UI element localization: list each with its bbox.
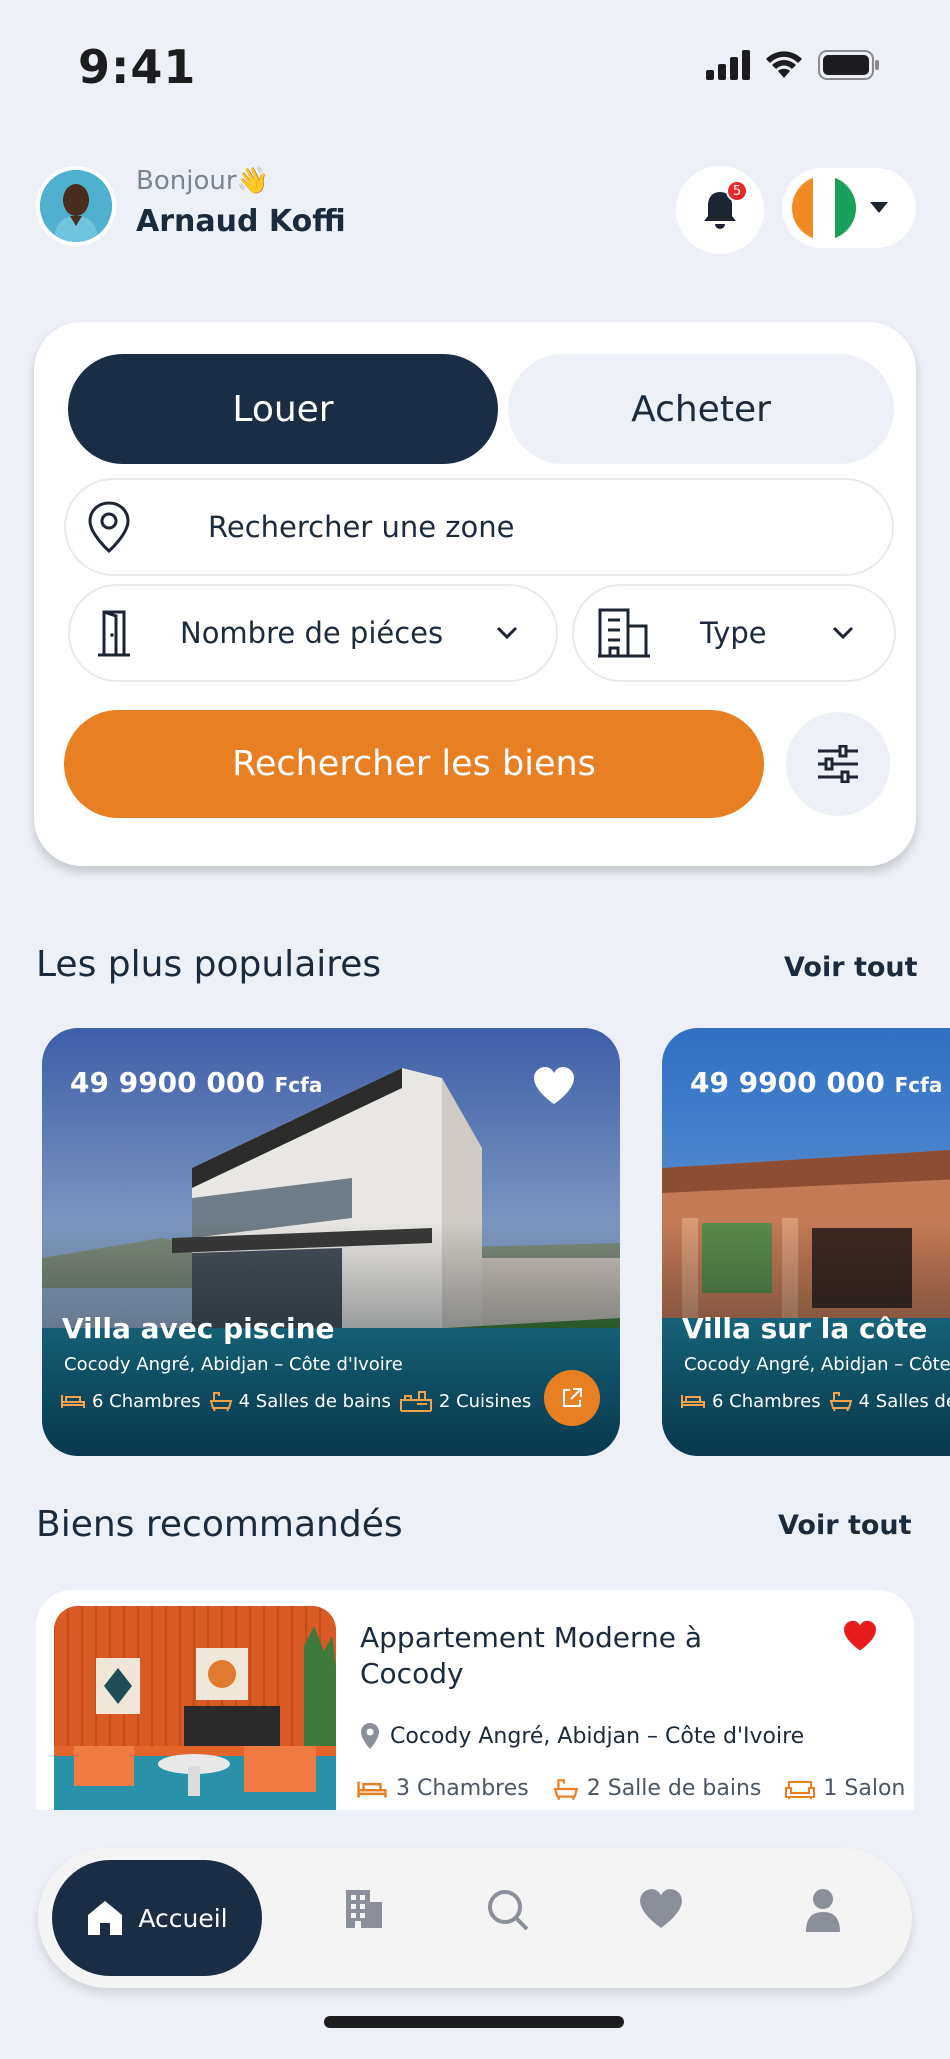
nav-home-label: Accueil — [138, 1903, 228, 1933]
status-icons — [706, 50, 880, 80]
greeting: Bonjour👋 — [136, 166, 269, 196]
location-pin-icon — [88, 501, 130, 554]
property-card[interactable]: 49 9900 000 Fcfa Villa avec piscine Coco… — [42, 1028, 620, 1456]
property-features: 6 Chambres 4 Salles de bains 2 Cuisines — [60, 1390, 531, 1412]
bottom-navigation: Accueil — [38, 1848, 912, 1988]
property-price: 49 9900 000 Fcfa — [70, 1066, 323, 1099]
recommended-see-all-link[interactable]: Voir tout — [778, 1510, 912, 1541]
building-icon — [346, 1890, 382, 1928]
nav-favorites[interactable] — [638, 1888, 684, 1934]
ivory-coast-flag-icon — [792, 176, 856, 240]
recommended-property-photo — [54, 1606, 336, 1810]
home-indicator — [324, 2016, 624, 2028]
nav-profile[interactable] — [804, 1888, 842, 1936]
search-properties-button[interactable]: Rechercher les biens — [64, 710, 764, 818]
building-icon — [598, 608, 650, 658]
avatar[interactable] — [36, 166, 116, 246]
bed-icon — [357, 1781, 387, 1798]
popular-section-title: Les plus populaires — [36, 944, 382, 985]
status-time: 9:41 — [78, 40, 197, 94]
rooms-label: Nombre de piéces — [180, 616, 444, 650]
heart-icon — [640, 1889, 682, 1928]
user-photo — [40, 170, 112, 242]
bathtub-icon — [829, 1392, 852, 1412]
living-room-image — [54, 1606, 336, 1810]
bathtub-icon — [209, 1392, 232, 1412]
nav-home[interactable]: Accueil — [52, 1860, 262, 1976]
battery-icon — [818, 50, 879, 80]
popular-see-all-link[interactable]: Voir tout — [784, 952, 918, 983]
heart-icon[interactable] — [842, 1620, 878, 1652]
property-title: Villa sur la côte — [682, 1312, 928, 1345]
tab-rent[interactable]: Louer — [68, 354, 498, 464]
rooms-dropdown[interactable]: Nombre de piéces — [68, 584, 558, 682]
waving-hand-icon: 👋 — [236, 166, 269, 196]
type-label: Type — [700, 616, 767, 650]
notifications-button[interactable]: 5 — [676, 166, 764, 254]
recommended-property-address: Cocody Angré, Abidjan – Côte d'Ivoire — [360, 1722, 804, 1750]
type-dropdown[interactable]: Type — [572, 584, 896, 682]
recommended-property-title: Appartement Moderne à Cocody — [360, 1621, 703, 1690]
kitchen-icon — [399, 1391, 432, 1412]
wifi-icon — [766, 51, 802, 78]
property-price: 49 9900 000 Fcfa — [690, 1066, 943, 1099]
bed-icon — [681, 1395, 705, 1408]
recommended-property-card[interactable]: Appartement Moderne à Cocody Cocody Angr… — [36, 1590, 914, 1810]
user-name: Arnaud Koffi — [136, 204, 346, 239]
bed-icon — [61, 1395, 85, 1408]
zone-placeholder: Rechercher une zone — [208, 510, 515, 544]
sliders-icon — [818, 745, 858, 783]
user-icon — [806, 1889, 840, 1932]
location-pin-icon — [361, 1723, 379, 1749]
open-property-button[interactable] — [544, 1370, 600, 1426]
property-address: Cocody Angré, Abidjan – Côte d'Ivoire — [64, 1354, 403, 1375]
recommended-section-title: Biens recommandés — [36, 1504, 403, 1545]
recommended-property-features: 3 Chambres 2 Salle de bains 1 Salon — [356, 1776, 905, 1801]
filters-button[interactable] — [786, 712, 890, 816]
notification-badge: 5 — [726, 180, 748, 202]
door-icon — [98, 610, 130, 657]
property-card[interactable]: 49 9900 000 Fcfa Villa sur la côte Cocod… — [662, 1028, 950, 1456]
external-link-icon — [563, 1388, 582, 1407]
chevron-down-icon — [832, 626, 854, 640]
search-icon — [488, 1890, 529, 1931]
property-address: Cocody Angré, Abidjan – Côte d'Ivoire — [684, 1354, 950, 1375]
nav-search[interactable] — [486, 1888, 530, 1936]
zone-search-input[interactable]: Rechercher une zone — [64, 478, 894, 576]
heart-icon[interactable] — [532, 1066, 576, 1106]
nav-properties[interactable] — [342, 1888, 384, 1934]
property-title: Villa avec piscine — [62, 1312, 335, 1345]
property-features: 6 Chambres 4 Salles de bains — [680, 1390, 950, 1412]
home-icon — [88, 1901, 123, 1935]
cellular-signal-icon — [706, 50, 750, 80]
sofa-icon — [785, 1780, 816, 1799]
tab-buy[interactable]: Acheter — [508, 354, 894, 464]
chevron-down-icon — [496, 626, 518, 640]
caret-down-icon — [870, 202, 888, 213]
search-card: Louer Acheter Rechercher une zone Nombre… — [34, 322, 916, 866]
bathtub-icon — [553, 1778, 579, 1800]
language-selector[interactable] — [782, 168, 916, 248]
